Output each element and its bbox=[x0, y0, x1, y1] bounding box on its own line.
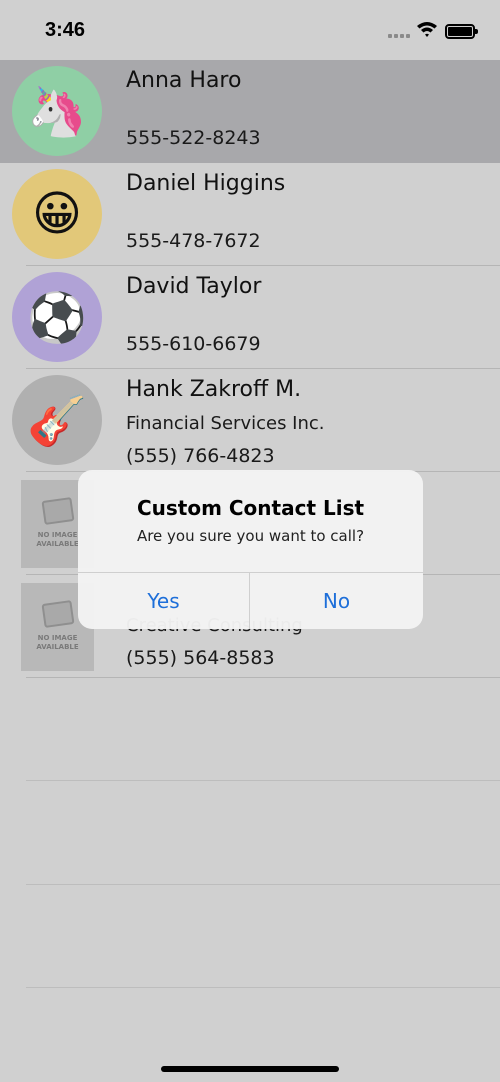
contact-company: Financial Services Inc. bbox=[126, 413, 325, 434]
empty-row-divider bbox=[26, 780, 500, 781]
contact-name: Anna Haro bbox=[126, 68, 242, 93]
photo-placeholder-icon bbox=[40, 600, 75, 628]
contact-row[interactable]: 🎸 Hank Zakroff M. Financial Services Inc… bbox=[0, 369, 500, 472]
no-image-label: NO IMAGE AVAILABLE bbox=[36, 634, 79, 651]
contact-name: Hank Zakroff M. bbox=[126, 377, 302, 402]
photo-placeholder-icon bbox=[40, 497, 75, 525]
no-button[interactable]: No bbox=[250, 573, 423, 629]
cellular-signal-icon bbox=[388, 34, 410, 38]
row-divider bbox=[26, 677, 500, 678]
contact-phone: 555-610-6679 bbox=[126, 333, 261, 355]
contact-name: David Taylor bbox=[126, 274, 262, 299]
contact-phone: 555-478-7672 bbox=[126, 230, 261, 252]
unicorn-icon: 🦄 bbox=[12, 66, 102, 156]
guitar-icon: 🎸 bbox=[12, 375, 102, 465]
smiley-icon: 😀 bbox=[12, 169, 102, 259]
empty-row-divider bbox=[26, 884, 500, 885]
battery-icon bbox=[445, 24, 478, 39]
soccer-ball-icon: ⚽ bbox=[12, 272, 102, 362]
contact-row[interactable]: 😀 Daniel Higgins 555-478-7672 bbox=[0, 163, 500, 266]
alert-title: Custom Contact List bbox=[136, 496, 365, 520]
alert-message: Are you sure you want to call? bbox=[136, 527, 365, 545]
home-indicator[interactable] bbox=[161, 1066, 339, 1072]
contact-phone: (555) 564-8583 bbox=[126, 647, 275, 669]
contact-name: Daniel Higgins bbox=[126, 171, 286, 196]
status-time: 3:46 bbox=[45, 19, 86, 41]
contact-row[interactable]: 🦄 Anna Haro 555-522-8243 bbox=[0, 60, 500, 163]
yes-button[interactable]: Yes bbox=[78, 573, 249, 629]
contact-phone: (555) 766-4823 bbox=[126, 445, 275, 467]
contact-row[interactable]: ⚽ David Taylor 555-610-6679 bbox=[0, 266, 500, 369]
call-confirmation-alert: Custom Contact List Are you sure you wan… bbox=[78, 470, 423, 629]
empty-row-divider bbox=[26, 987, 500, 988]
wifi-icon bbox=[417, 22, 437, 37]
contact-phone: 555-522-8243 bbox=[126, 127, 261, 149]
status-bar: 3:46 bbox=[0, 0, 500, 60]
